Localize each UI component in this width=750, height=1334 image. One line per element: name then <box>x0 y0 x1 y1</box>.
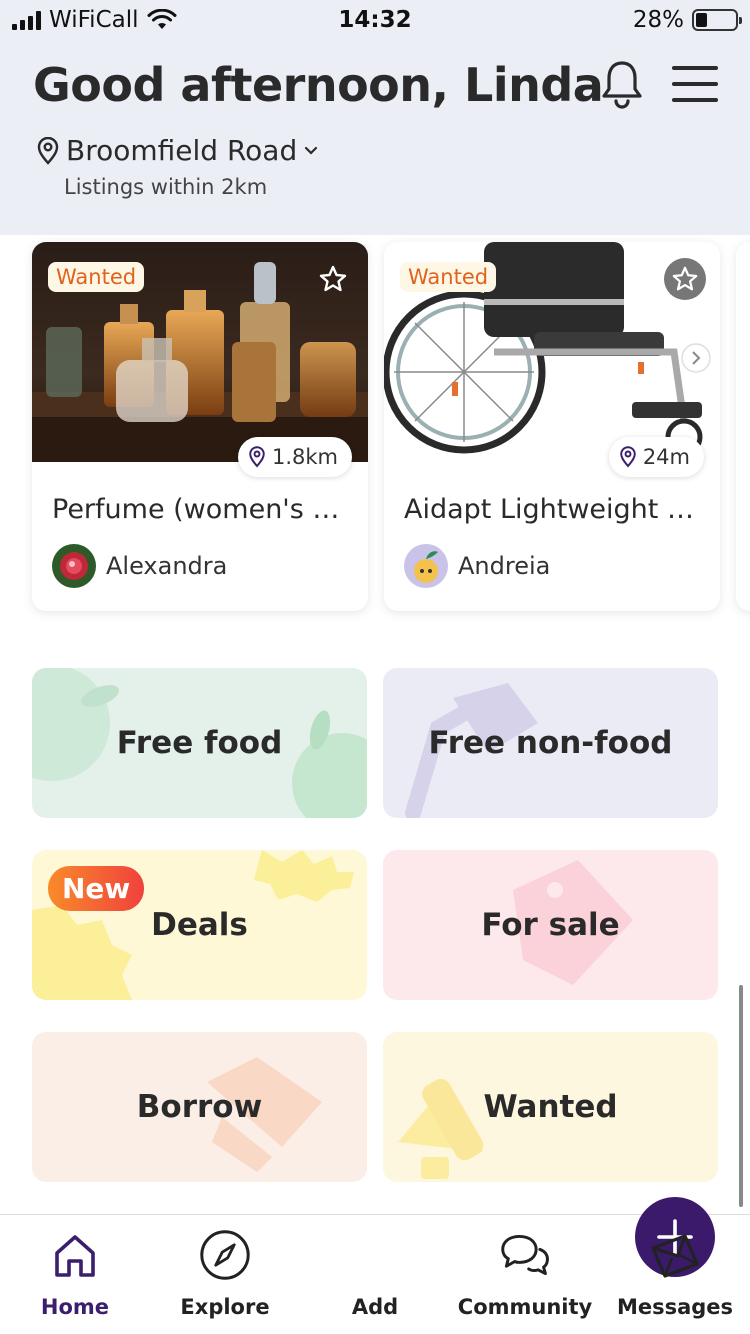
chat-bubbles-icon <box>501 1234 549 1276</box>
bell-icon[interactable] <box>598 58 646 110</box>
location-pin-icon <box>249 446 265 468</box>
greeting-title: Good afternoon, Linda <box>33 58 604 112</box>
distance-badge: 24m <box>608 437 704 477</box>
location-selector[interactable]: Broomfield Road <box>36 134 319 167</box>
listing-carousel[interactable]: Wanted 1.8km Perfume (women's and men's)… <box>0 235 750 635</box>
listing-card[interactable]: Wanted 24m Aidapt Lightweight wheelchair… <box>384 242 720 611</box>
home-icon <box>55 1235 95 1277</box>
category-free-non-food[interactable]: Free non-food <box>383 668 718 818</box>
category-deals[interactable]: New Deals <box>32 850 367 1000</box>
battery-icon <box>692 9 742 31</box>
nav-label: Add <box>351 1295 399 1319</box>
wanted-tag: Wanted <box>48 262 145 292</box>
category-for-sale[interactable]: For sale <box>383 850 718 1000</box>
battery-percent: 28% <box>632 7 684 33</box>
scrollbar[interactable] <box>739 985 743 1207</box>
category-free-food[interactable]: Free food <box>32 668 367 818</box>
nav-add[interactable]: Add <box>300 1197 715 1334</box>
listing-title: Aidapt Lightweight wheelchair <box>404 494 704 525</box>
nav-explore[interactable]: Explore <box>150 1215 300 1334</box>
location-pin-icon <box>620 446 636 468</box>
listing-card[interactable]: Wanted 1.8km Perfume (women's and men's)… <box>32 242 368 611</box>
location-label: Broomfield Road <box>66 134 298 167</box>
location-radius: Listings within 2km <box>64 175 268 199</box>
location-pin-icon <box>37 136 59 165</box>
nav-label: Home <box>40 1295 110 1319</box>
distance-label: 1.8km <box>271 445 338 469</box>
category-label: Free non-food <box>428 725 673 761</box>
avatar <box>404 544 448 588</box>
category-borrow[interactable]: Borrow <box>32 1032 367 1182</box>
user-name: Andreia <box>458 552 551 580</box>
avatar <box>52 544 96 588</box>
category-label: Borrow <box>136 1089 263 1125</box>
nav-label: Community <box>457 1295 593 1319</box>
nav-label: Messages <box>616 1295 734 1319</box>
nav-community[interactable]: Community <box>450 1215 600 1334</box>
compass-icon <box>200 1230 250 1280</box>
distance-badge: 1.8km <box>237 437 352 477</box>
favorite-star-icon[interactable] <box>664 258 706 300</box>
category-label: Deals <box>151 907 248 943</box>
listing-card[interactable] <box>736 242 750 611</box>
new-badge: New <box>48 866 145 911</box>
listing-user: Alexandra <box>52 544 227 588</box>
nav-label: Explore <box>180 1295 270 1319</box>
menu-icon[interactable] <box>672 66 718 102</box>
category-label: For sale <box>481 907 620 943</box>
listing-user: Andreia <box>404 544 550 588</box>
envelope-icon <box>651 1234 699 1278</box>
header: WiFiCall 14:32 28% Good afternoon, Linda… <box>0 0 750 235</box>
category-label: Wanted <box>483 1089 618 1125</box>
distance-label: 24m <box>642 445 690 469</box>
nav-messages[interactable]: Messages <box>600 1215 750 1334</box>
status-bar: WiFiCall 14:32 28% <box>0 0 750 44</box>
category-wanted[interactable]: Wanted <box>383 1032 718 1182</box>
nav-home[interactable]: Home <box>0 1215 150 1334</box>
wanted-tag: Wanted <box>400 262 497 292</box>
listing-title: Perfume (women's and men's) <box>52 494 352 525</box>
chevron-down-icon <box>305 146 318 155</box>
favorite-star-icon[interactable] <box>312 258 354 300</box>
user-name: Alexandra <box>106 552 228 580</box>
bottom-nav: Home Explore Add Community Messages <box>0 1197 750 1334</box>
category-label: Free food <box>116 725 283 761</box>
